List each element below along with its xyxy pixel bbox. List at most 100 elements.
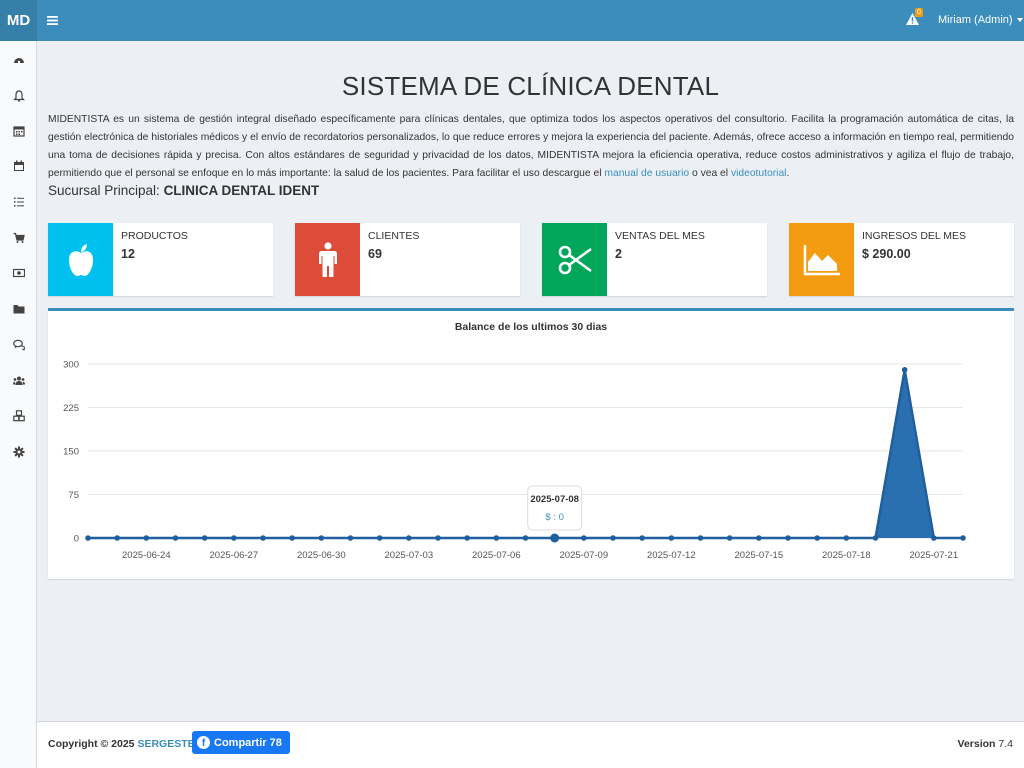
- stat-box-products: PRODUCTOS 12: [48, 223, 273, 296]
- stat-value: 12: [121, 247, 135, 261]
- tooltip-date: 2025-07-08: [530, 494, 579, 505]
- data-point: [550, 533, 560, 543]
- data-point: [435, 535, 441, 541]
- dashboard-icon: [13, 58, 24, 64]
- copyright: Copyright © 2025 SERGESTEC: [48, 738, 202, 750]
- x-tick-label: 2025-07-03: [385, 550, 434, 561]
- manual-link[interactable]: manual de usuario: [604, 168, 689, 179]
- x-tick-label: 2025-06-27: [210, 550, 259, 561]
- chart-title: Balance de los ultimos 30 dias: [455, 321, 607, 333]
- data-point: [931, 535, 937, 541]
- data-point: [464, 535, 470, 541]
- stat-value: $ 290.00: [862, 247, 911, 261]
- page-title: SISTEMA DE CLÍNICA DENTAL: [341, 71, 720, 101]
- x-tick-label: 2025-07-21: [910, 550, 959, 561]
- data-point: [201, 535, 208, 541]
- sidebar-item-sales[interactable]: [0, 226, 37, 250]
- notifications-button[interactable]: 0: [904, 8, 924, 31]
- data-point: [522, 535, 529, 541]
- tooltip-value: $ : 0: [545, 512, 564, 523]
- top-navbar: MD 0 Miriam (Admin): [0, 0, 1024, 41]
- branch-info: Sucursal Principal: CLINICA DENTAL IDENT: [48, 183, 319, 198]
- series-area: [88, 369, 963, 538]
- money-icon: [12, 268, 25, 278]
- calendar-alt-icon: [13, 160, 24, 171]
- intro-paragraph: MIDENTISTA es un sistema de gestión inte…: [48, 111, 1014, 183]
- footer: Copyright © 2025 SERGESTEC f Compartir 7…: [37, 721, 1024, 768]
- y-tick-label: 75: [68, 490, 79, 501]
- sidebar-item-messages[interactable]: [0, 333, 37, 357]
- sidebar-item-settings[interactable]: [0, 440, 37, 464]
- stat-label: VENTAS DEL MES: [615, 230, 705, 242]
- data-point: [697, 535, 704, 541]
- data-point: [756, 535, 762, 541]
- menu-toggle-icon[interactable]: [44, 12, 60, 28]
- data-point: [843, 535, 850, 541]
- data-point: [493, 535, 500, 541]
- user-menu[interactable]: Miriam (Admin): [938, 14, 1023, 26]
- data-point: [960, 535, 966, 541]
- data-point: [376, 535, 383, 541]
- stat-value: 69: [368, 247, 382, 261]
- y-tick-label: 300: [63, 360, 79, 371]
- stat-box-sales: VENTAS DEL MES 2: [542, 223, 767, 296]
- chart-tooltip: [527, 485, 583, 531]
- x-tick-label: 2025-07-15: [735, 550, 784, 561]
- sidebar-item-records[interactable]: [0, 297, 37, 321]
- data-point: [172, 535, 179, 541]
- version-info: Version 7.4: [958, 738, 1013, 750]
- stat-value: 2: [615, 247, 622, 261]
- x-tick-label: 2025-07-12: [647, 550, 696, 561]
- folder-icon: [13, 305, 24, 314]
- x-tick-label: 2025-07-09: [560, 550, 609, 561]
- apple-icon: [68, 243, 93, 276]
- x-tick-label: 2025-07-06: [472, 550, 521, 561]
- caret-down-icon: [1016, 18, 1023, 22]
- cubes-icon: [12, 410, 25, 422]
- facebook-icon: f: [197, 736, 210, 749]
- stat-label: CLIENTES: [368, 230, 420, 242]
- data-point: [814, 535, 820, 541]
- version-label: Version: [957, 738, 996, 750]
- facebook-share-button[interactable]: f Compartir 78: [192, 731, 290, 754]
- stat-box-income: INGRESOS DEL MES $ 290.00: [789, 223, 1014, 296]
- copyright-text: Copyright © 2025: [48, 738, 135, 750]
- sidebar-item-list[interactable]: [0, 190, 37, 214]
- bell-icon: [12, 90, 25, 102]
- male-icon: [318, 241, 337, 277]
- sidebar-item-notifications[interactable]: [0, 84, 37, 108]
- data-point: [114, 535, 120, 541]
- data-point: [726, 535, 733, 541]
- app-logo[interactable]: MD: [0, 0, 37, 41]
- x-tick-label: 2025-06-30: [297, 550, 346, 561]
- data-point: [610, 535, 616, 541]
- scissors-icon: [558, 245, 592, 274]
- data-point: [85, 535, 91, 541]
- calendar-icon: [12, 126, 25, 137]
- data-point: [901, 367, 908, 373]
- sidebar-item-inventory[interactable]: [0, 404, 37, 428]
- sidebar-item-dashboard[interactable]: [0, 48, 37, 72]
- data-point: [872, 535, 879, 541]
- version-number: 7.4: [998, 738, 1013, 750]
- cart-icon: [13, 232, 25, 243]
- data-point: [260, 535, 266, 541]
- data-point: [347, 535, 354, 541]
- x-tick-label: 2025-07-18: [822, 550, 871, 561]
- data-point: [318, 535, 325, 541]
- sidebar-item-users[interactable]: [0, 369, 37, 393]
- gear-icon: [13, 446, 24, 458]
- stat-icon-bg: [789, 223, 854, 296]
- branch-label: Sucursal Principal:: [48, 183, 160, 198]
- data-point: [785, 535, 791, 541]
- users-icon: [12, 376, 25, 385]
- sidebar-item-payments[interactable]: [0, 261, 37, 285]
- data-point: [639, 535, 645, 541]
- intro-text: MIDENTISTA es un sistema de gestión inte…: [48, 114, 1014, 179]
- data-point: [143, 535, 150, 541]
- data-point: [581, 535, 587, 541]
- sidebar-item-appointments[interactable]: [0, 119, 37, 143]
- sidebar-item-calendar[interactable]: [0, 154, 37, 178]
- videotutorial-link[interactable]: videotutorial: [731, 168, 787, 179]
- y-tick-label: 150: [63, 447, 79, 458]
